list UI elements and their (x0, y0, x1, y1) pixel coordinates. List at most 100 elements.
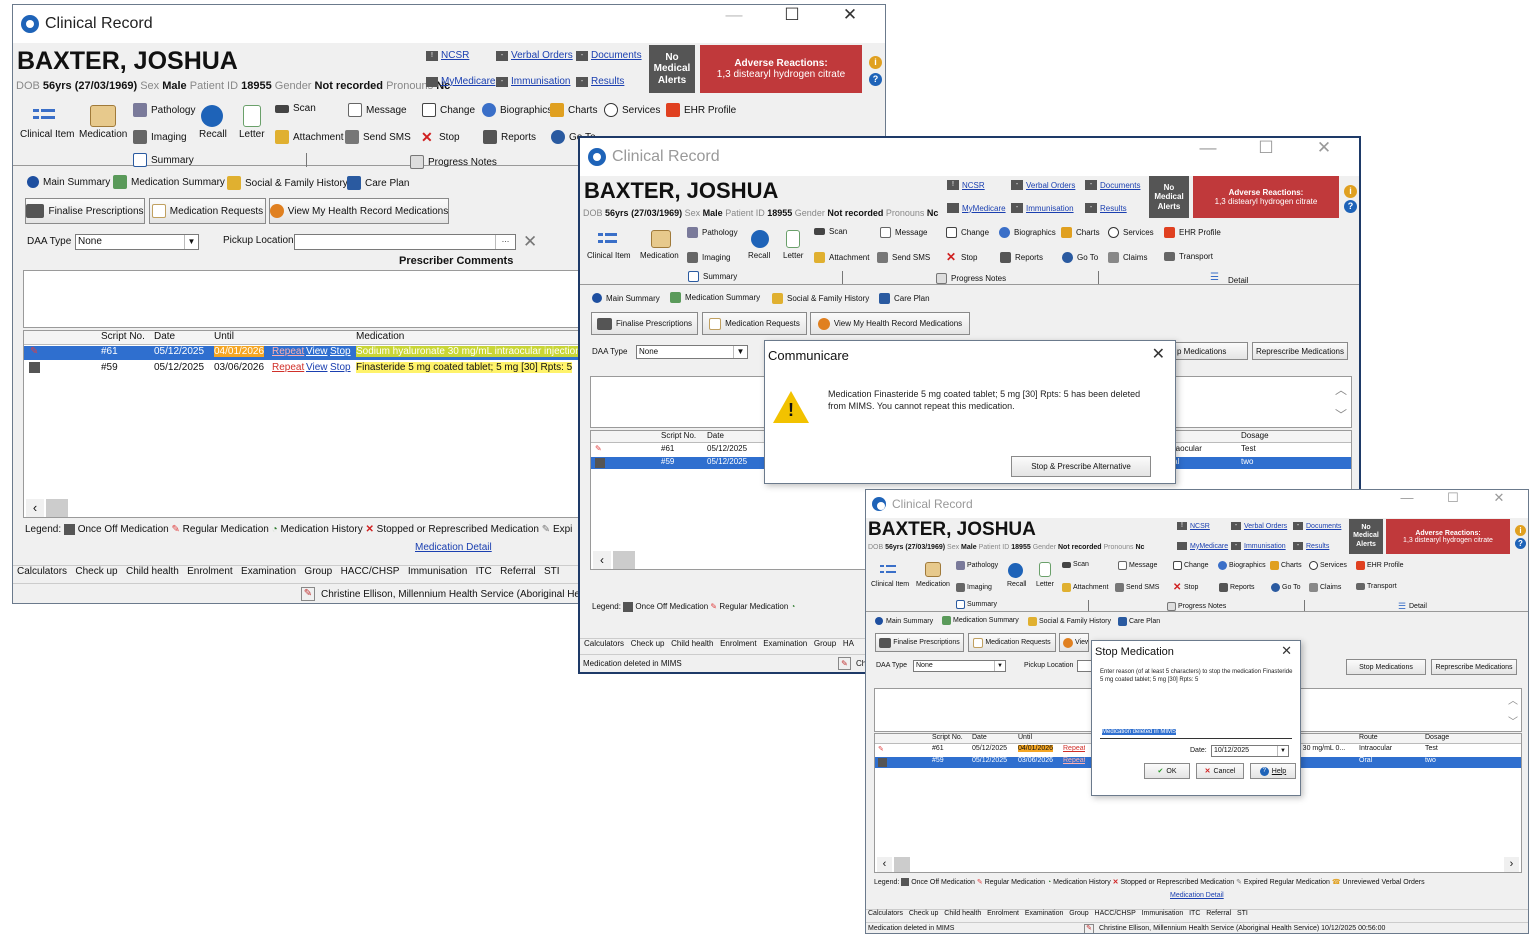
pathology-button[interactable]: Pathology (687, 227, 738, 238)
minimize-button[interactable]: — (1179, 138, 1237, 158)
maximize-button[interactable]: ☐ (763, 5, 821, 25)
imaging-button[interactable]: Imaging (687, 252, 730, 263)
dialog-close-button[interactable]: ✕ (1152, 344, 1165, 364)
adverse-reactions-banner[interactable]: Adverse Reactions: 1,3 distearyl hydroge… (1386, 519, 1510, 554)
transport-button[interactable]: Transport (1356, 583, 1397, 590)
tab-summary[interactable]: Summary (688, 271, 737, 282)
claims-button[interactable]: Claims (1309, 583, 1341, 592)
pickup-location-input[interactable]: … (294, 234, 516, 250)
documents-link[interactable]: - Documents (1293, 522, 1341, 530)
tab-examination[interactable]: Examination (763, 639, 807, 648)
daa-type-select[interactable]: None ▼ (75, 234, 199, 250)
ok-button[interactable]: ✔ OK (1144, 763, 1190, 779)
services-button[interactable]: Services (604, 103, 660, 117)
ncsr-link[interactable]: ! NCSR (1177, 522, 1210, 530)
tab-sti[interactable]: STI (544, 566, 560, 577)
medication-requests-button[interactable]: Medication Requests (702, 312, 807, 335)
maximize-button[interactable]: ☐ (1430, 490, 1476, 506)
close-button[interactable]: ✕ (1295, 138, 1353, 158)
medication-requests-button[interactable]: Medication Requests (968, 633, 1056, 652)
view-link[interactable]: View (306, 346, 328, 357)
table-row[interactable]: ✎ #61 05/12/2025 04/01/2026 Repeat View … (24, 346, 598, 360)
tab-main-summary[interactable]: Main Summary (875, 617, 933, 625)
recall-button[interactable]: Recall (1007, 581, 1026, 588)
tab-check-up[interactable]: Check up (631, 639, 665, 648)
column-header-until[interactable]: Until (214, 331, 234, 342)
biographics-button[interactable]: Biographics (999, 227, 1056, 238)
ncsr-link[interactable]: ! NCSR (426, 50, 469, 61)
stop-medications-button[interactable]: p Medications (1168, 342, 1248, 360)
scroll-left-button[interactable]: ‹ (877, 857, 892, 872)
tab-group[interactable]: Group (304, 566, 332, 577)
scroll-down-icon[interactable]: ﹀ (1508, 713, 1518, 728)
warning-info-icon[interactable]: i (1515, 525, 1526, 536)
tab-child-health[interactable]: Child health (126, 566, 179, 577)
send-sms-button[interactable]: Send SMS (877, 252, 930, 263)
tab-care-plan[interactable]: Care Plan (879, 293, 930, 304)
reports-button[interactable]: Reports (1000, 252, 1043, 263)
scan-button[interactable]: Scan (814, 227, 847, 236)
column-header-script-no[interactable]: Script No. (101, 331, 145, 342)
minimize-button[interactable]: — (1384, 490, 1430, 506)
mymedicare-link[interactable]: MyMedicare (1177, 542, 1228, 550)
immunisation-link[interactable]: - Immunisation (1231, 542, 1286, 550)
daa-type-select[interactable]: None ▼ (636, 345, 748, 359)
clinical-item-button[interactable]: Clinical Item (20, 129, 74, 140)
ehr-profile-button[interactable]: EHR Profile (666, 103, 736, 117)
represcribe-medications-button[interactable]: Represcribe Medications (1431, 659, 1517, 675)
tab-care-plan[interactable]: Care Plan (347, 176, 409, 190)
prescriber-comments-box[interactable] (23, 270, 593, 328)
transport-button[interactable]: Transport (1164, 252, 1213, 261)
message-button[interactable]: Message (1118, 561, 1157, 570)
column-header-until[interactable]: Until (1018, 734, 1032, 741)
daa-type-select[interactable]: None ▼ (913, 660, 1006, 672)
represcribe-medications-button[interactable]: Represcribe Medications (1252, 342, 1348, 360)
help-button[interactable]: ? Help (1250, 763, 1296, 779)
pathology-button[interactable]: Pathology (133, 103, 195, 117)
view-mhr-medications-button[interactable]: View My Health Record Medications (810, 312, 970, 335)
results-link[interactable]: - Results (1293, 542, 1329, 550)
close-button[interactable]: ✕ (821, 5, 879, 25)
change-button[interactable]: Change (422, 103, 475, 117)
repeat-link[interactable]: Repeat (1063, 745, 1085, 752)
tab-hacc-chsp-partial[interactable]: HA (843, 639, 854, 648)
tab-group[interactable]: Group (814, 639, 836, 648)
horizontal-scrollbar-thumb[interactable] (613, 551, 635, 569)
warning-info-icon[interactable]: i (1344, 185, 1357, 198)
column-header-date[interactable]: Date (154, 331, 175, 342)
column-header-script-no[interactable]: Script No. (661, 431, 696, 440)
column-header-date[interactable]: Date (707, 431, 724, 440)
biographics-button[interactable]: Biographics (1218, 561, 1266, 570)
close-button[interactable]: ✕ (1476, 490, 1522, 506)
adverse-reactions-banner[interactable]: Adverse Reactions: 1,3 distearyl hydroge… (700, 45, 862, 93)
recall-button[interactable]: Recall (199, 129, 227, 140)
scroll-down-icon[interactable]: ﹀ (1335, 406, 1347, 423)
results-link[interactable]: - Results (576, 76, 624, 87)
view-mhr-medications-button[interactable]: View My Health Record Medications (1059, 633, 1089, 652)
tab-enrolment[interactable]: Enrolment (987, 910, 1019, 917)
column-header-medication[interactable]: Medication (356, 331, 404, 342)
tab-social-family-history[interactable]: Social & Family History (227, 176, 348, 190)
clinical-item-button[interactable]: Clinical Item (871, 581, 909, 588)
tab-summary[interactable]: Summary (956, 600, 997, 609)
tab-medication-summary[interactable]: Medication Summary (942, 616, 1019, 625)
tab-hacc-chsp[interactable]: HACC/CHSP (1095, 910, 1136, 917)
cancel-button[interactable]: ✕ Cancel (1196, 763, 1244, 779)
medication-detail-link[interactable]: Medication Detail (1170, 892, 1224, 899)
stop-and-prescribe-alternative-button[interactable]: Stop & Prescribe Alternative (1011, 456, 1151, 477)
tab-progress-notes[interactable]: Progress Notes (410, 155, 497, 169)
charts-button[interactable]: Charts (1061, 227, 1100, 238)
stop-button[interactable]: ✕ Stop (1173, 583, 1198, 593)
table-row[interactable]: #59 05/12/2025 03/06/2026 Repeat View St… (24, 362, 592, 376)
tab-itc[interactable]: ITC (1189, 910, 1200, 917)
no-medical-alerts-badge[interactable]: No Medical Alerts (649, 45, 695, 93)
tab-check-up[interactable]: Check up (75, 566, 117, 577)
tab-main-summary[interactable]: Main Summary (592, 293, 660, 303)
letter-button[interactable]: Letter (783, 251, 803, 260)
stop-link[interactable]: Stop (330, 362, 351, 373)
scroll-up-icon[interactable]: ︿ (1508, 692, 1518, 707)
stop-reason-input[interactable]: Medication deleted in MIMS (1100, 727, 1292, 739)
ellipsis-icon[interactable]: … (495, 235, 515, 249)
medication-button[interactable]: Medication (640, 251, 679, 260)
tab-summary[interactable]: Summary (133, 153, 194, 167)
